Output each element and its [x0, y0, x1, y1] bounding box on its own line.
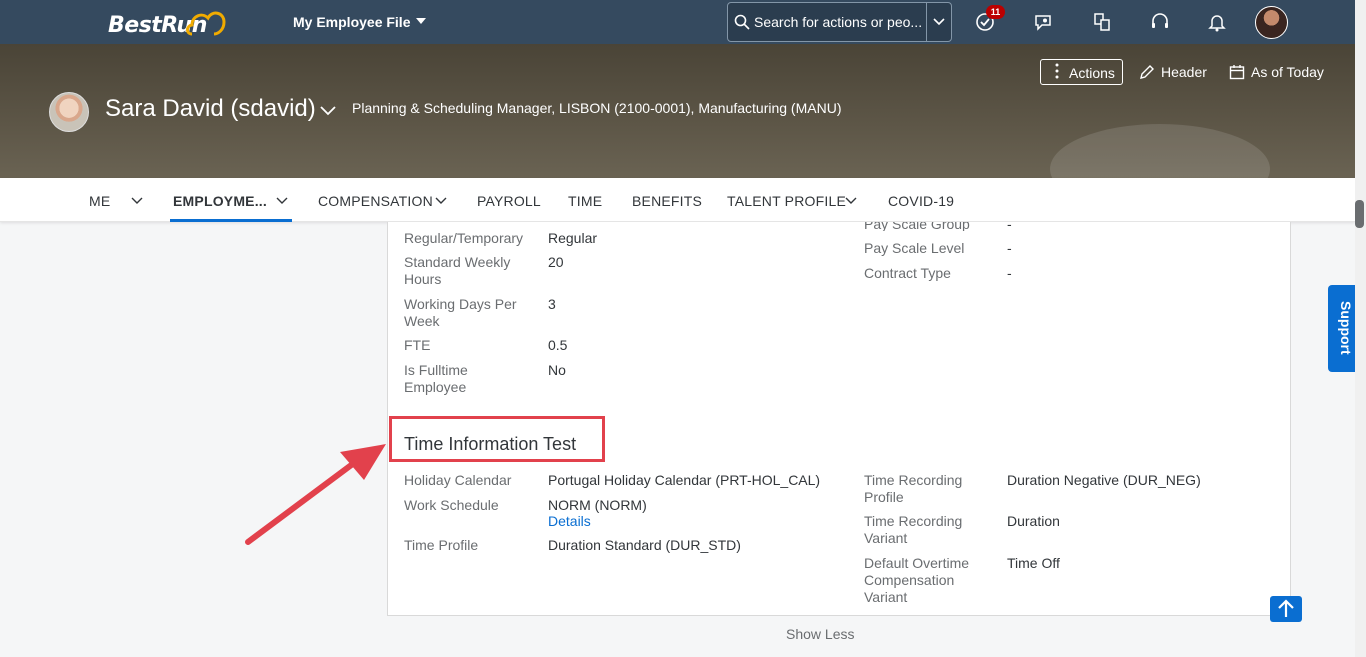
header-label: Header — [1161, 64, 1207, 80]
org-chart-icon[interactable] — [1092, 12, 1112, 32]
user-avatar[interactable] — [1255, 6, 1288, 39]
field-label: Is Fulltime Employee — [404, 362, 468, 395]
field-label: Pay Scale Level — [864, 240, 965, 256]
caret-down-icon[interactable] — [416, 18, 426, 24]
tab-employment[interactable]: EMPLOYME... — [173, 193, 267, 209]
field-label: Time Recording Profile — [864, 472, 963, 505]
header-background-shape — [1050, 124, 1270, 178]
scrollbar-track[interactable] — [1355, 0, 1366, 657]
chevron-down-icon[interactable] — [320, 106, 336, 116]
chevron-down-icon[interactable] — [276, 197, 288, 205]
show-less-link[interactable]: Show Less — [786, 626, 854, 642]
field-value: NORM (NORM) — [548, 497, 647, 513]
field-label: Working Days Per Week — [404, 296, 517, 329]
field-value: Regular — [548, 230, 598, 246]
employee-title: Planning & Scheduling Manager, LISBON (2… — [352, 100, 842, 116]
tab-time[interactable]: TIME — [568, 193, 602, 209]
scrollbar-thumb[interactable] — [1355, 200, 1364, 228]
field-value: Duration Standard (DUR_STD) — [548, 537, 741, 553]
tab-payroll[interactable]: PAYROLL — [477, 193, 541, 209]
pencil-icon — [1140, 65, 1154, 79]
field-value: Time Off — [1007, 555, 1060, 571]
as-of-label: As of Today — [1251, 64, 1324, 80]
calendar-icon — [1229, 65, 1245, 80]
scroll-to-top-button[interactable] — [1270, 596, 1302, 622]
search-input[interactable] — [754, 12, 924, 32]
employee-avatar — [49, 92, 89, 132]
employee-header: Actions Header As of Today Sara David (s… — [0, 44, 1355, 178]
field-label: Pay Scale Group — [864, 222, 970, 231]
search-box[interactable] — [727, 2, 952, 42]
notification-badge: 11 — [986, 5, 1005, 19]
field-value: - — [1007, 240, 1012, 256]
tab-talent-profile[interactable]: TALENT PROFILE — [727, 193, 846, 209]
field-label: Time Profile — [404, 537, 479, 553]
shell-bar: BestRun My Employee File 11 — [0, 0, 1366, 44]
chevron-down-icon[interactable] — [845, 197, 857, 205]
field-label: Default Overtime Compensation Variant — [864, 555, 970, 605]
employee-name: Sara David (sdavid) — [105, 95, 316, 122]
field-label: Time Recording Variant — [864, 513, 963, 546]
field-value: Duration — [1007, 513, 1060, 529]
search-divider — [926, 3, 927, 41]
field-value: 3 — [548, 296, 556, 312]
field-label: Standard Weekly Hours — [404, 254, 511, 287]
headset-icon[interactable] — [1150, 12, 1170, 32]
actions-label: Actions — [1069, 65, 1115, 81]
active-tab-indicator — [170, 219, 292, 222]
tab-covid-19[interactable]: COVID-19 — [888, 193, 954, 209]
section-title: Time Information Test — [404, 434, 577, 454]
field-label: Regular/Temporary — [404, 230, 524, 246]
chat-icon[interactable] — [1033, 12, 1053, 32]
field-label: Contract Type — [864, 265, 951, 281]
field-label: Work Schedule — [404, 497, 499, 513]
field-value: Duration Negative (DUR_NEG) — [1007, 472, 1201, 488]
chevron-down-icon[interactable] — [131, 197, 143, 205]
bell-icon[interactable] — [1207, 12, 1227, 32]
annotation-arrow — [245, 444, 386, 545]
support-label: Support — [1338, 301, 1354, 355]
field-value: No — [548, 362, 566, 378]
tab-compensation[interactable]: COMPENSATION — [318, 193, 433, 209]
logo-cloud-icon — [186, 11, 226, 36]
arrow-up-icon — [1278, 599, 1294, 617]
field-value: Portugal Holiday Calendar (PRT-HOL_CAL) — [548, 472, 821, 488]
details-link[interactable]: Details — [548, 513, 591, 530]
actions-button[interactable]: Actions — [1040, 59, 1123, 85]
chevron-down-icon[interactable] — [435, 197, 447, 205]
field-label: FTE — [404, 337, 431, 353]
search-icon — [734, 14, 750, 30]
tab-benefits[interactable]: BENEFITS — [632, 193, 702, 209]
more-icon — [1055, 63, 1059, 79]
field-value: - — [1007, 222, 1012, 231]
field-value: - — [1007, 265, 1012, 281]
field-value: 20 — [548, 254, 564, 270]
chevron-down-icon[interactable] — [933, 18, 945, 26]
field-value: 0.5 — [548, 337, 568, 353]
tab-me[interactable]: ME — [89, 193, 110, 209]
section-tab-bar: ME EMPLOYME... COMPENSATION PAYROLL TIME… — [0, 178, 1355, 222]
app-title-menu[interactable]: My Employee File — [293, 14, 410, 30]
field-label: Holiday Calendar — [404, 472, 512, 488]
